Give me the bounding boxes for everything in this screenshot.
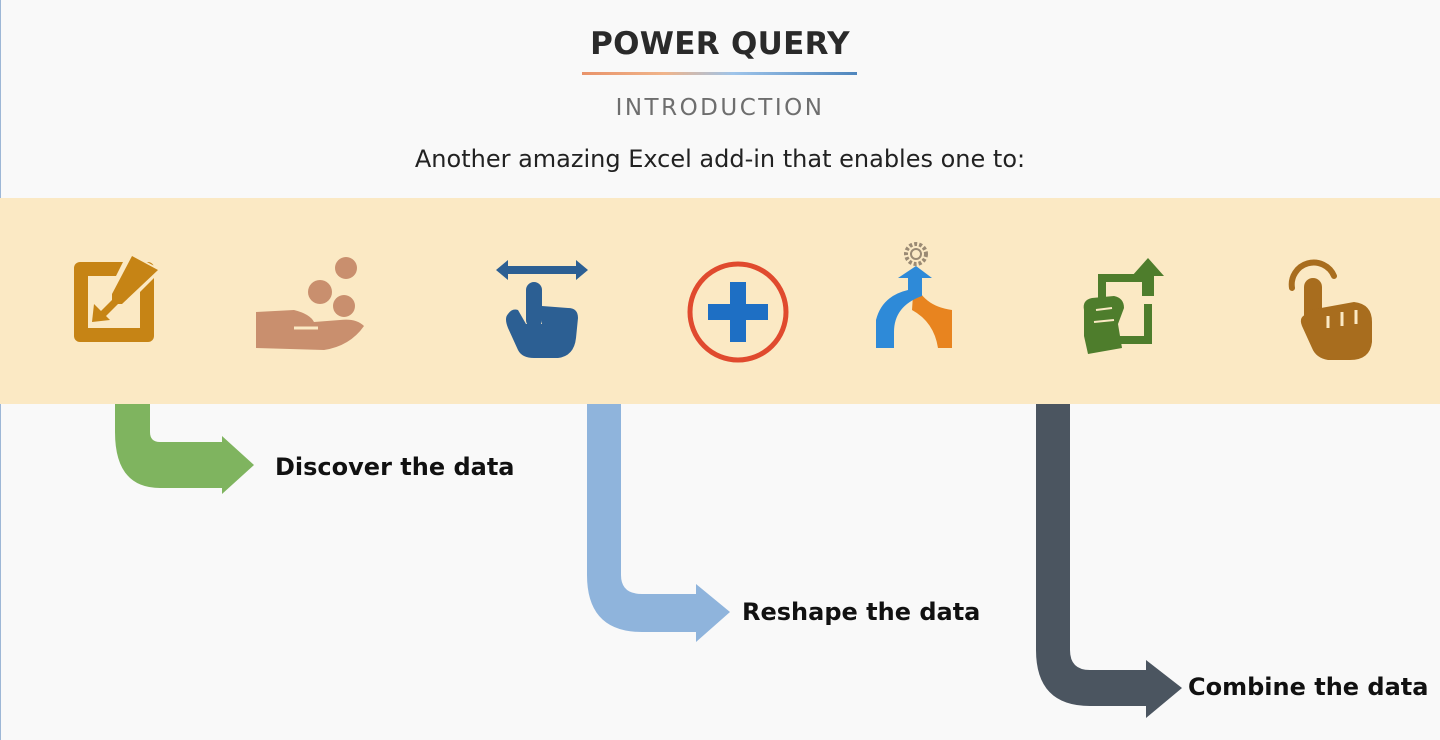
combine-arrow bbox=[1036, 404, 1182, 718]
step-label-discover: Discover the data bbox=[275, 453, 515, 481]
step-label-combine: Combine the data bbox=[1188, 673, 1429, 701]
step-label-reshape: Reshape the data bbox=[742, 598, 981, 626]
reshape-arrow bbox=[587, 404, 730, 642]
flow-arrows bbox=[115, 404, 1182, 718]
discover-arrow bbox=[115, 404, 254, 494]
